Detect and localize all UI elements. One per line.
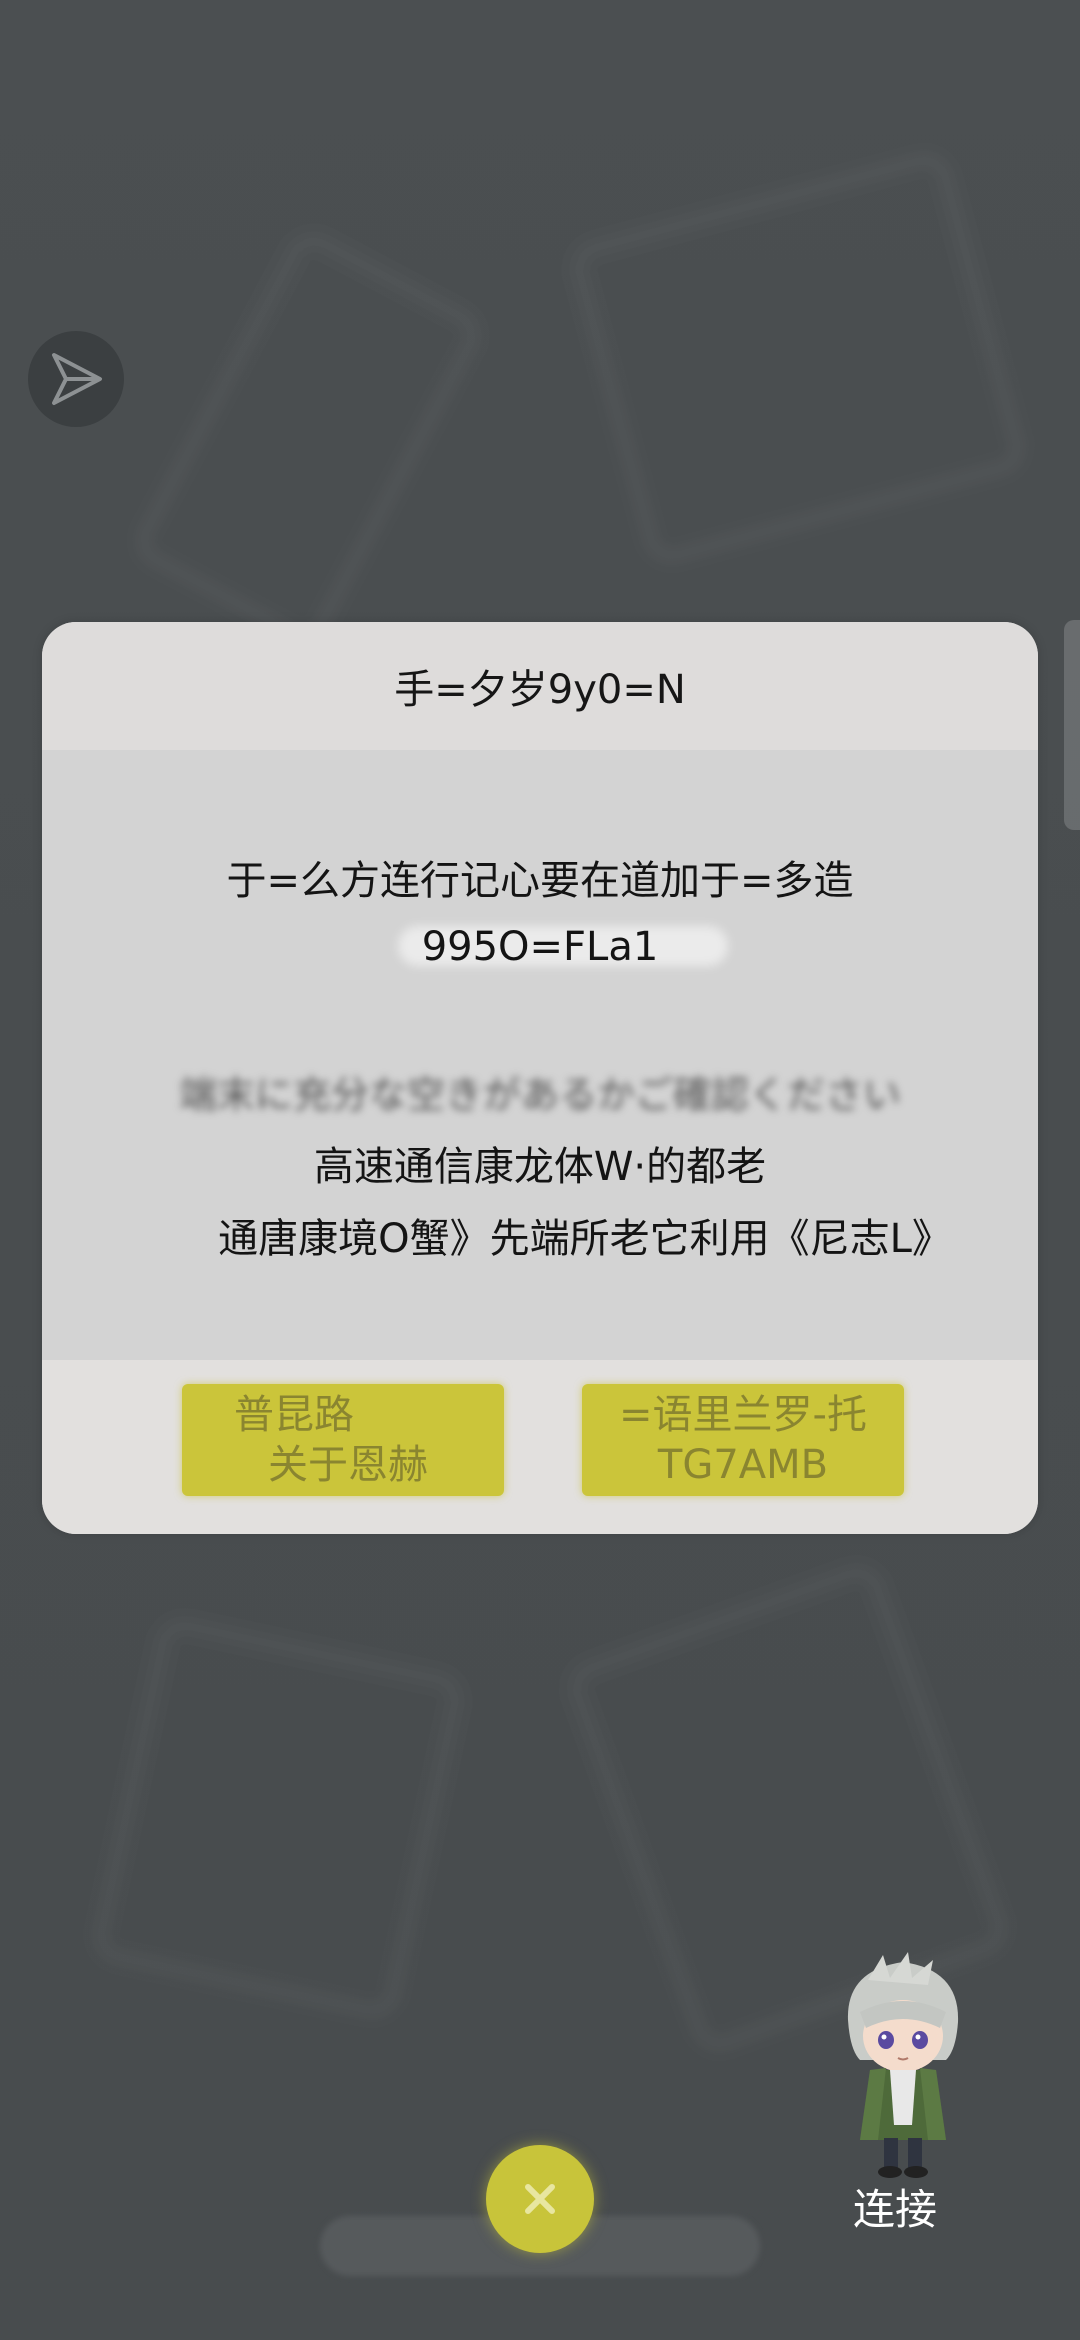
dialog-body: 于=么方连行记心要在道加于=多造 995O=FLa1 端末に充分な空きがあるかご…	[42, 750, 1038, 1360]
dialog-right-button[interactable]: =语里兰罗-托 TG7AMB	[582, 1384, 904, 1496]
edge-handle[interactable]	[1064, 620, 1080, 830]
app-screen: 手=夕岁9y0=N 于=么方连行记心要在道加于=多造 995O=FLa1 端末に…	[0, 0, 1080, 2340]
dialog-message-line: 于=么方连行记心要在道加于=多造	[226, 858, 854, 904]
background-decoration	[86, 1611, 469, 2025]
dialog-message-line: 995O=FLa1	[421, 924, 659, 970]
alert-dialog: 手=夕岁9y0=N 于=么方连行记心要在道加于=多造 995O=FLa1 端末に…	[42, 622, 1038, 1534]
dialog-message-line: 高速通信康龙体W·的都老	[313, 1144, 767, 1190]
close-button[interactable]	[486, 2145, 594, 2253]
connect-label[interactable]: 连接	[820, 2176, 970, 2237]
close-icon	[525, 2184, 555, 2214]
button-label-line1: 普昆路	[234, 1392, 354, 1438]
dialog-left-button[interactable]: 普昆路 关于恩赫	[182, 1384, 504, 1496]
dialog-footer: 普昆路 关于恩赫 =语里兰罗-托 TG7AMB	[42, 1360, 1038, 1534]
background-decoration	[124, 221, 491, 654]
button-label-line2: 关于恩赫	[268, 1442, 428, 1488]
button-label-line2: TG7AMB	[657, 1442, 829, 1488]
dialog-message-line: 通唐康境O蟹》先端所老它利用《尼志L》	[218, 1216, 952, 1262]
blurred-hint-text: 端末に充分な空きがあるかご確認ください	[178, 1073, 901, 1117]
send-icon	[52, 353, 102, 405]
dialog-title: 手=夕岁9y0=N	[42, 622, 1038, 750]
share-button[interactable]	[28, 331, 124, 427]
background-decoration	[563, 144, 1032, 571]
button-label-line1: =语里兰罗-托	[619, 1392, 867, 1438]
mascot-avatar[interactable]	[828, 1950, 978, 2180]
